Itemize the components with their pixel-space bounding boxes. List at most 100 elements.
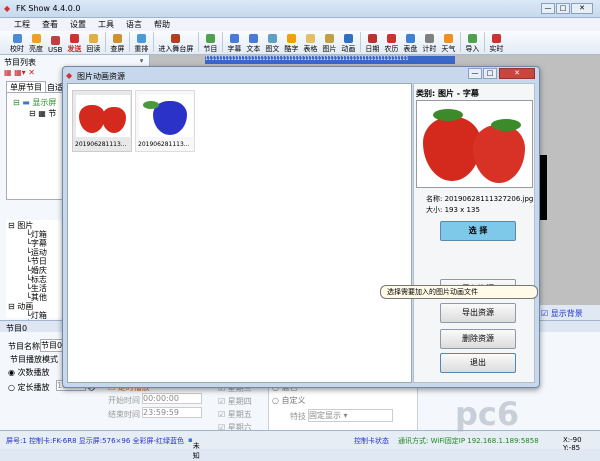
show-background-checkbox[interactable]: ☑ 显示背景 <box>541 308 583 319</box>
toolbar-label: 亮度 <box>29 45 43 53</box>
pin-icon[interactable]: ᵠ <box>140 57 143 66</box>
separator <box>484 32 486 52</box>
select-button[interactable]: 选 择 <box>440 221 516 241</box>
export-resource-button[interactable]: 导出资源 <box>440 303 516 323</box>
file-name: 名称: 20190628111327206.jpg <box>426 195 534 203</box>
tree-node-screen[interactable]: ⊟ ▬ 显示屏 <box>13 97 56 108</box>
menu-item[interactable]: 工具 <box>98 19 114 30</box>
toolbar-label: 日期 <box>365 45 380 53</box>
screen-preview: 1111111111111111111111111111111111111111… <box>205 56 455 64</box>
start-time-input[interactable]: 00:00:00 <box>142 393 202 404</box>
toolbar-button[interactable]: 农历 <box>384 34 398 54</box>
toolbar-icon <box>112 34 122 43</box>
resource-detail-panel: 类别: 图片 - 字幕 名称: 20190628111327206.jpg 大小… <box>413 83 535 383</box>
toolbar-button[interactable]: 计时 <box>422 34 436 54</box>
toolbar-label: 进入舞台屏 <box>158 45 194 53</box>
toolbar-button[interactable]: 天气 <box>441 34 455 54</box>
toolbar-button[interactable]: 酷字 <box>284 34 298 54</box>
menu-item[interactable]: 设置 <box>70 19 86 30</box>
toolbar-label: 图文 <box>265 45 280 53</box>
toolbar-button[interactable]: 回读 <box>86 34 100 54</box>
screen-info: 屏号:1 控制卡:FK-6R8 显示屏:576×96 全彩屏-红绿蓝色 <box>6 437 185 445</box>
app-icon: ◆ <box>4 4 11 13</box>
toolbar-icon <box>367 34 377 43</box>
toolbar-icon <box>31 34 41 43</box>
toolbar-icon <box>248 34 258 43</box>
menu-item[interactable]: 查看 <box>42 19 58 30</box>
thumbnail-image <box>76 95 130 137</box>
toolbar-label: 校时 <box>10 45 24 53</box>
toolbar-icon <box>12 34 22 43</box>
toolbar-label: 图片 <box>322 45 337 53</box>
weekday-checkboxes: ☑ 星期三 ☑ 星期四 ☑ 星期五 ☑ 星期六 <box>218 382 252 434</box>
toolbar-button[interactable]: 图文 <box>265 34 279 54</box>
resource-thumbnail[interactable]: 201906281113... <box>135 90 195 152</box>
toolbar-icons[interactable]: ▦ ▦▾ ✕ <box>4 68 35 77</box>
toolbar-button[interactable]: 导入 <box>465 34 479 54</box>
menu-item[interactable]: 语言 <box>126 19 142 30</box>
dialog-maximize-button[interactable]: □ <box>483 68 497 79</box>
card-status[interactable]: 控制卡状态 <box>354 436 389 446</box>
dialog-close-button[interactable]: ✕ <box>499 68 535 79</box>
watermark-logo: pc6 <box>455 395 520 433</box>
exit-button[interactable]: 退出 <box>440 353 516 373</box>
toolbar-icon <box>229 34 239 43</box>
toolbar-button[interactable]: 动画 <box>341 34 355 54</box>
toolbar-button[interactable]: 实时 <box>489 34 503 54</box>
toolbar-icon <box>443 34 453 43</box>
toolbar-label: 天气 <box>441 45 456 53</box>
weekday-checkbox[interactable]: ☑ 星期四 <box>218 395 252 408</box>
toolbar-label: 查屏 <box>110 45 125 53</box>
title-bar: ◆ FK Show 4.4.0.0 — □ ✕ <box>0 0 600 18</box>
tree-node-program[interactable]: ⊟ ▦ 节 <box>29 108 56 119</box>
close-button[interactable]: ✕ <box>571 3 593 14</box>
toolbar-icon <box>405 34 415 43</box>
thumbnail-caption: 201906281113... <box>75 141 127 148</box>
end-time-input[interactable]: 23:59:59 <box>142 407 202 418</box>
toolbar-button[interactable]: 字幕 <box>227 34 241 54</box>
maximize-button[interactable]: □ <box>556 3 570 14</box>
resource-thumbnail[interactable]: 201906281113... <box>72 90 132 152</box>
fixed-play-radio[interactable]: ○ 定长播放 <box>8 382 50 393</box>
start-time-label: 开始时间 <box>108 396 140 405</box>
toolbar-label: 字幕 <box>227 45 242 53</box>
toolbar-button[interactable]: 日期 <box>365 34 379 54</box>
toolbar-button[interactable]: 节目 <box>203 34 217 54</box>
separator <box>153 32 155 52</box>
toolbar-icon <box>424 34 434 43</box>
effect-select[interactable]: 固定显示 ▾ <box>308 409 393 422</box>
toolbar-button[interactable]: 表格 <box>303 34 317 54</box>
toolbar-label: USB <box>48 46 63 54</box>
toolbar-icon <box>386 34 396 43</box>
toolbar-label: 节目 <box>203 45 218 53</box>
delete-resource-button[interactable]: 删除资源 <box>440 329 516 349</box>
toolbar: 校时 亮度 USB 发送 回读 查屏 重排 进入舞台屏 节目 字幕 文本 图文 酷字 表格 图片 动画 日期 农历… <box>0 31 600 55</box>
toolbar-label: 文本 <box>246 45 261 53</box>
toolbar-label: 导入 <box>465 45 480 53</box>
toolbar-button[interactable]: 校时 <box>10 34 24 54</box>
dialog-minimize-button[interactable]: — <box>468 68 482 79</box>
toolbar-button[interactable]: 查屏 <box>110 34 124 54</box>
toolbar-button[interactable]: 文本 <box>246 34 260 54</box>
toolbar-label: 实时 <box>489 45 504 53</box>
menu-item[interactable]: 工程 <box>14 19 30 30</box>
toolbar-icon <box>467 34 477 43</box>
app-title: FK Show 4.4.0.0 <box>16 4 81 13</box>
toolbar-button[interactable]: 表盘 <box>403 34 417 54</box>
menu-item[interactable]: 帮助 <box>154 19 170 30</box>
toolbar-button[interactable]: 进入舞台屏 <box>158 34 193 54</box>
separator <box>222 32 224 52</box>
minimize-button[interactable]: — <box>541 3 555 14</box>
toolbar-button[interactable]: 图片 <box>322 34 336 54</box>
thumbnail-image <box>139 95 193 137</box>
toolbar-button[interactable]: 亮度 <box>29 34 43 54</box>
category-label: 类别: 图片 - 字幕 <box>416 89 479 98</box>
toolbar-button[interactable]: USB <box>48 36 62 54</box>
custom-color-radio[interactable]: ○ 自定义 <box>272 395 306 406</box>
toolbar-button[interactable]: 发送 <box>67 34 81 54</box>
image-resource-dialog: ◆ 图片动画资源 — □ ✕ 201906281113... 2019062811… <box>62 66 540 388</box>
toolbar-icon <box>171 34 181 43</box>
weekday-checkbox[interactable]: ☑ 星期五 <box>218 408 252 421</box>
toolbar-button[interactable]: 重排 <box>134 34 148 54</box>
count-play-radio[interactable]: ◉ 次数播放 <box>8 367 50 378</box>
